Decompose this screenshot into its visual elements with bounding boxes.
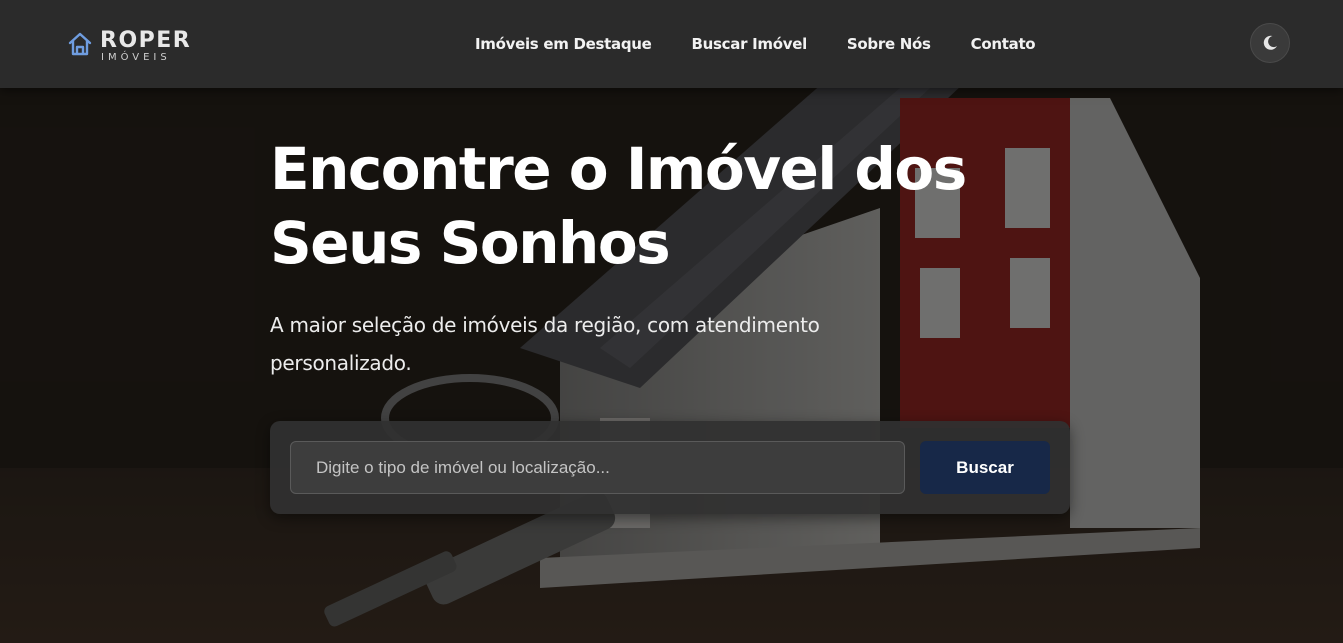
search-button[interactable]: Buscar bbox=[920, 441, 1050, 494]
hero-subtitle: A maior seleção de imóveis da região, co… bbox=[270, 313, 820, 375]
search-box: Buscar bbox=[270, 421, 1070, 514]
brand-name: ROPER bbox=[100, 28, 192, 53]
hero-title: Encontre o Imóvel dos Seus Sonhos bbox=[270, 135, 967, 277]
nav-link-contact[interactable]: Contato bbox=[971, 35, 1036, 53]
brand-tagline: IMÓVEIS bbox=[101, 52, 171, 63]
hero-section: Encontre o Imóvel dos Seus Sonhos A maio… bbox=[0, 88, 1343, 643]
brand-logo[interactable]: ROPER IMÓVEIS bbox=[67, 30, 191, 64]
nav-link-featured[interactable]: Imóveis em Destaque bbox=[475, 35, 652, 53]
nav-link-search[interactable]: Buscar Imóvel bbox=[692, 35, 808, 53]
search-input[interactable] bbox=[290, 441, 905, 494]
home-icon bbox=[68, 32, 92, 56]
brand-text: ROPER IMÓVEIS bbox=[100, 30, 191, 63]
theme-toggle-button[interactable] bbox=[1250, 23, 1290, 63]
moon-icon bbox=[1263, 35, 1277, 50]
site-header: ROPER IMÓVEIS Imóveis em Destaque Buscar… bbox=[0, 0, 1343, 88]
nav-link-about[interactable]: Sobre Nós bbox=[847, 35, 931, 53]
main-nav: Imóveis em Destaque Buscar Imóvel Sobre … bbox=[475, 0, 1036, 88]
